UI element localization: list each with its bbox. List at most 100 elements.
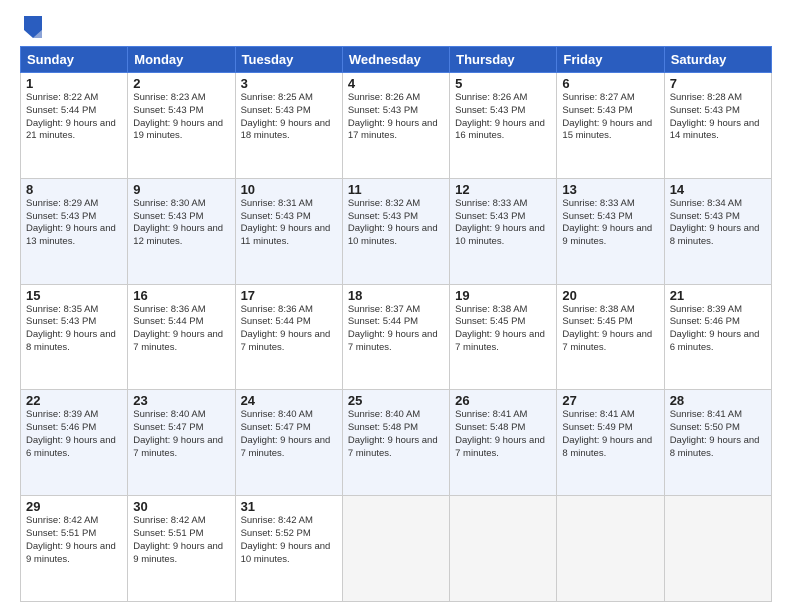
calendar-cell (342, 496, 449, 602)
calendar-cell: 5Sunrise: 8:26 AMSunset: 5:43 PMDaylight… (450, 73, 557, 179)
day-number: 26 (455, 393, 551, 408)
calendar-body: 1Sunrise: 8:22 AMSunset: 5:44 PMDaylight… (21, 73, 772, 602)
day-number: 21 (670, 288, 766, 303)
logo-icon (24, 16, 42, 38)
day-number: 17 (241, 288, 337, 303)
day-info: Sunrise: 8:34 AMSunset: 5:43 PMDaylight:… (670, 198, 766, 249)
calendar-header-thursday: Thursday (450, 47, 557, 73)
day-number: 4 (348, 76, 444, 91)
day-number: 24 (241, 393, 337, 408)
day-info: Sunrise: 8:23 AMSunset: 5:43 PMDaylight:… (133, 92, 229, 143)
day-number: 13 (562, 182, 658, 197)
day-info: Sunrise: 8:28 AMSunset: 5:43 PMDaylight:… (670, 92, 766, 143)
calendar-cell: 12Sunrise: 8:33 AMSunset: 5:43 PMDayligh… (450, 178, 557, 284)
calendar-cell: 15Sunrise: 8:35 AMSunset: 5:43 PMDayligh… (21, 284, 128, 390)
day-info: Sunrise: 8:40 AMSunset: 5:47 PMDaylight:… (241, 409, 337, 460)
day-number: 19 (455, 288, 551, 303)
calendar-cell (450, 496, 557, 602)
day-info: Sunrise: 8:38 AMSunset: 5:45 PMDaylight:… (455, 304, 551, 355)
calendar-cell: 4Sunrise: 8:26 AMSunset: 5:43 PMDaylight… (342, 73, 449, 179)
calendar-cell: 29Sunrise: 8:42 AMSunset: 5:51 PMDayligh… (21, 496, 128, 602)
calendar-cell: 25Sunrise: 8:40 AMSunset: 5:48 PMDayligh… (342, 390, 449, 496)
day-info: Sunrise: 8:42 AMSunset: 5:51 PMDaylight:… (133, 515, 229, 566)
day-info: Sunrise: 8:42 AMSunset: 5:51 PMDaylight:… (26, 515, 122, 566)
day-number: 16 (133, 288, 229, 303)
day-info: Sunrise: 8:33 AMSunset: 5:43 PMDaylight:… (455, 198, 551, 249)
calendar-cell: 1Sunrise: 8:22 AMSunset: 5:44 PMDaylight… (21, 73, 128, 179)
day-number: 9 (133, 182, 229, 197)
day-number: 28 (670, 393, 766, 408)
calendar-header-wednesday: Wednesday (342, 47, 449, 73)
day-number: 5 (455, 76, 551, 91)
calendar-header-friday: Friday (557, 47, 664, 73)
day-info: Sunrise: 8:25 AMSunset: 5:43 PMDaylight:… (241, 92, 337, 143)
day-number: 12 (455, 182, 551, 197)
calendar-cell: 22Sunrise: 8:39 AMSunset: 5:46 PMDayligh… (21, 390, 128, 496)
calendar-cell: 31Sunrise: 8:42 AMSunset: 5:52 PMDayligh… (235, 496, 342, 602)
calendar-cell: 14Sunrise: 8:34 AMSunset: 5:43 PMDayligh… (664, 178, 771, 284)
day-info: Sunrise: 8:37 AMSunset: 5:44 PMDaylight:… (348, 304, 444, 355)
day-info: Sunrise: 8:31 AMSunset: 5:43 PMDaylight:… (241, 198, 337, 249)
calendar-cell: 30Sunrise: 8:42 AMSunset: 5:51 PMDayligh… (128, 496, 235, 602)
day-info: Sunrise: 8:35 AMSunset: 5:43 PMDaylight:… (26, 304, 122, 355)
day-info: Sunrise: 8:27 AMSunset: 5:43 PMDaylight:… (562, 92, 658, 143)
day-number: 29 (26, 499, 122, 514)
day-info: Sunrise: 8:36 AMSunset: 5:44 PMDaylight:… (241, 304, 337, 355)
day-info: Sunrise: 8:30 AMSunset: 5:43 PMDaylight:… (133, 198, 229, 249)
day-info: Sunrise: 8:42 AMSunset: 5:52 PMDaylight:… (241, 515, 337, 566)
calendar-cell: 20Sunrise: 8:38 AMSunset: 5:45 PMDayligh… (557, 284, 664, 390)
day-info: Sunrise: 8:22 AMSunset: 5:44 PMDaylight:… (26, 92, 122, 143)
day-info: Sunrise: 8:32 AMSunset: 5:43 PMDaylight:… (348, 198, 444, 249)
day-number: 27 (562, 393, 658, 408)
day-number: 20 (562, 288, 658, 303)
calendar-cell: 16Sunrise: 8:36 AMSunset: 5:44 PMDayligh… (128, 284, 235, 390)
day-info: Sunrise: 8:26 AMSunset: 5:43 PMDaylight:… (455, 92, 551, 143)
calendar-cell: 23Sunrise: 8:40 AMSunset: 5:47 PMDayligh… (128, 390, 235, 496)
day-info: Sunrise: 8:29 AMSunset: 5:43 PMDaylight:… (26, 198, 122, 249)
calendar-cell: 13Sunrise: 8:33 AMSunset: 5:43 PMDayligh… (557, 178, 664, 284)
day-info: Sunrise: 8:36 AMSunset: 5:44 PMDaylight:… (133, 304, 229, 355)
calendar-header-sunday: Sunday (21, 47, 128, 73)
calendar-cell: 3Sunrise: 8:25 AMSunset: 5:43 PMDaylight… (235, 73, 342, 179)
day-info: Sunrise: 8:40 AMSunset: 5:47 PMDaylight:… (133, 409, 229, 460)
calendar-cell (664, 496, 771, 602)
day-info: Sunrise: 8:39 AMSunset: 5:46 PMDaylight:… (670, 304, 766, 355)
header (20, 16, 772, 38)
calendar-row: 15Sunrise: 8:35 AMSunset: 5:43 PMDayligh… (21, 284, 772, 390)
day-number: 31 (241, 499, 337, 514)
day-number: 6 (562, 76, 658, 91)
calendar-cell: 8Sunrise: 8:29 AMSunset: 5:43 PMDaylight… (21, 178, 128, 284)
calendar-cell: 24Sunrise: 8:40 AMSunset: 5:47 PMDayligh… (235, 390, 342, 496)
day-info: Sunrise: 8:39 AMSunset: 5:46 PMDaylight:… (26, 409, 122, 460)
day-number: 1 (26, 76, 122, 91)
day-number: 18 (348, 288, 444, 303)
calendar-cell: 19Sunrise: 8:38 AMSunset: 5:45 PMDayligh… (450, 284, 557, 390)
day-number: 10 (241, 182, 337, 197)
calendar-row: 22Sunrise: 8:39 AMSunset: 5:46 PMDayligh… (21, 390, 772, 496)
calendar-row: 29Sunrise: 8:42 AMSunset: 5:51 PMDayligh… (21, 496, 772, 602)
day-info: Sunrise: 8:38 AMSunset: 5:45 PMDaylight:… (562, 304, 658, 355)
calendar-table: SundayMondayTuesdayWednesdayThursdayFrid… (20, 46, 772, 602)
calendar-cell: 11Sunrise: 8:32 AMSunset: 5:43 PMDayligh… (342, 178, 449, 284)
day-number: 11 (348, 182, 444, 197)
calendar-cell: 18Sunrise: 8:37 AMSunset: 5:44 PMDayligh… (342, 284, 449, 390)
calendar-cell: 2Sunrise: 8:23 AMSunset: 5:43 PMDaylight… (128, 73, 235, 179)
day-number: 2 (133, 76, 229, 91)
day-number: 15 (26, 288, 122, 303)
day-number: 8 (26, 182, 122, 197)
day-number: 22 (26, 393, 122, 408)
calendar-cell: 28Sunrise: 8:41 AMSunset: 5:50 PMDayligh… (664, 390, 771, 496)
calendar-cell: 7Sunrise: 8:28 AMSunset: 5:43 PMDaylight… (664, 73, 771, 179)
calendar-cell: 9Sunrise: 8:30 AMSunset: 5:43 PMDaylight… (128, 178, 235, 284)
day-number: 7 (670, 76, 766, 91)
calendar-cell: 27Sunrise: 8:41 AMSunset: 5:49 PMDayligh… (557, 390, 664, 496)
day-info: Sunrise: 8:33 AMSunset: 5:43 PMDaylight:… (562, 198, 658, 249)
day-info: Sunrise: 8:26 AMSunset: 5:43 PMDaylight:… (348, 92, 444, 143)
day-info: Sunrise: 8:41 AMSunset: 5:48 PMDaylight:… (455, 409, 551, 460)
calendar-header-row: SundayMondayTuesdayWednesdayThursdayFrid… (21, 47, 772, 73)
day-number: 25 (348, 393, 444, 408)
calendar-header-saturday: Saturday (664, 47, 771, 73)
day-info: Sunrise: 8:40 AMSunset: 5:48 PMDaylight:… (348, 409, 444, 460)
calendar-cell: 6Sunrise: 8:27 AMSunset: 5:43 PMDaylight… (557, 73, 664, 179)
calendar-cell: 26Sunrise: 8:41 AMSunset: 5:48 PMDayligh… (450, 390, 557, 496)
